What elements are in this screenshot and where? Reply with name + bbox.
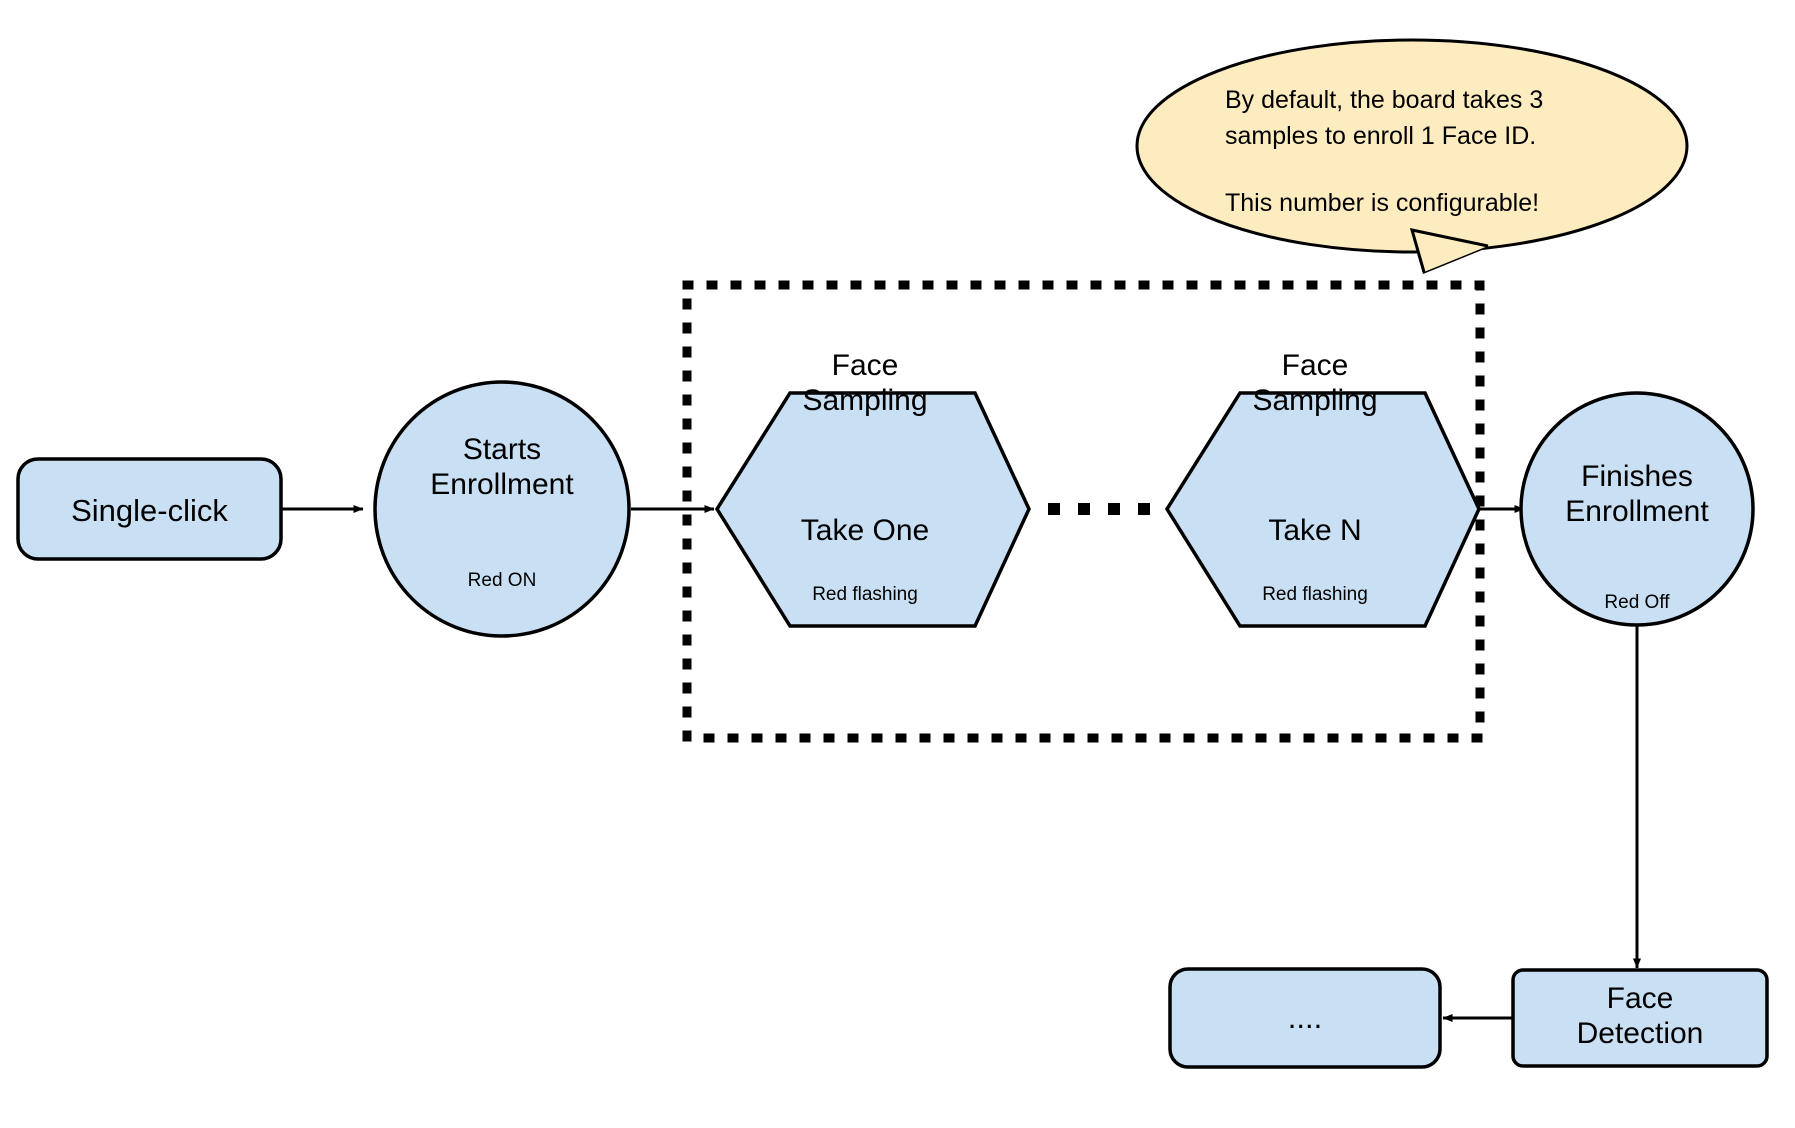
face-detection-shape[interactable] [1511,968,1769,1068]
face-sampling-n-shape[interactable] [1164,391,1481,628]
callout-line-3: This number is configurable! [1225,189,1540,217]
single-click-shape[interactable] [16,457,283,561]
diagram-shapes-layer [16,38,1769,1069]
finishes-enrollment-shape[interactable] [1519,391,1755,627]
callout-bubble [1135,38,1689,275]
continuation-shape[interactable] [1168,967,1442,1069]
callout-line-1: By default, the board takes 3 [1225,86,1544,114]
sampling-ellipsis [1048,503,1150,515]
starts-enrollment-shape[interactable] [373,380,631,638]
diagram-canvas: Single-click Starts Enrollment Red ON Fa… [0,0,1795,1128]
face-sampling-one-shape[interactable] [714,391,1031,628]
callout-line-2: samples to enroll 1 Face ID. [1225,122,1537,150]
